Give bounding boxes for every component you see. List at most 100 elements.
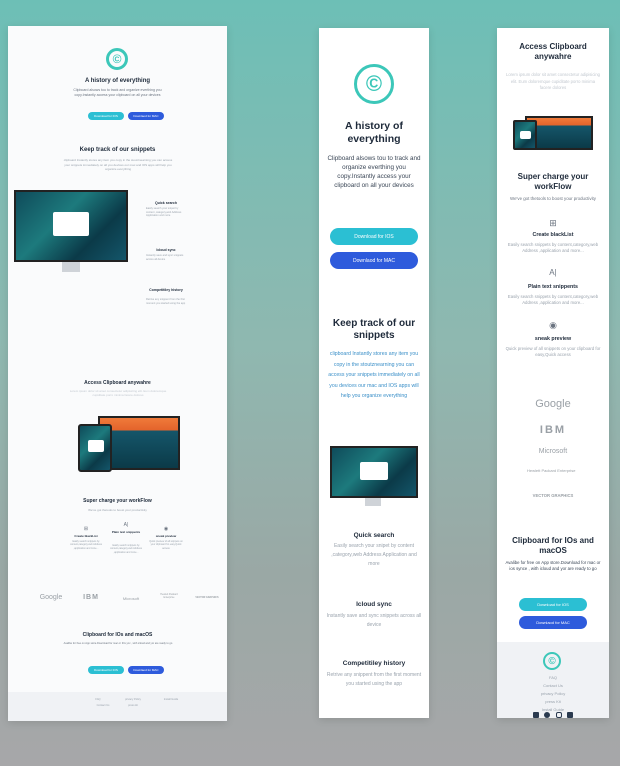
access-title: Access Clipboard anywahre [84, 380, 151, 386]
access-body: Lorem ipsum dolor sit amet consectetur a… [505, 72, 601, 90]
track-title: Keep track of our snippets [332, 318, 416, 341]
download-mac-button[interactable]: Downlaod for MAC [128, 112, 164, 120]
feature-body-3: Retrive any snippent from the first mome… [146, 298, 186, 305]
brand-microsoft: Microsoft [538, 448, 568, 455]
cta-mac-button[interactable]: Downlaod for MAC [519, 616, 587, 629]
hero-title: A history of everything [345, 120, 403, 145]
brand-vector: VECTOR GRAPHICS [532, 493, 574, 498]
mobile-preview-continued: Access Clipboard anywahre Lorem ipsum do… [497, 28, 609, 718]
brand-vector: VECTOR GRAPHICS [195, 596, 219, 599]
hero-subtitle: Clipboard alsows tou to track and organi… [327, 155, 421, 189]
track-title: Keep track of our snippets [79, 147, 156, 153]
track-body: clipboard Instantly stores any item you … [328, 351, 420, 399]
download-mac-button[interactable]: Downlaod for MAC [330, 252, 418, 269]
cta-ios-button[interactable]: Download for IOS [88, 666, 124, 674]
clipboard-logo-icon: © [106, 48, 128, 70]
feature-title-1: Quick search [155, 201, 177, 205]
super-item-body-2: Easily search snippets by content,catego… [110, 544, 142, 554]
desktop-monitor-image [330, 446, 418, 498]
instagram-icon[interactable] [555, 712, 562, 718]
brand-ibm: IBM [539, 424, 567, 436]
feature-title-3: Competitiley history [149, 288, 183, 292]
phone-tablet-image [513, 120, 537, 150]
feature-title-3: Competitiley history [342, 660, 406, 667]
super-item-body-3: Quick preview of all snippets on your cl… [149, 540, 183, 550]
text-icon: A| [123, 522, 129, 528]
brand-google: Google [535, 398, 571, 410]
footer-link-press[interactable]: press Kit [503, 699, 603, 704]
access-body: Lorem ipsum dolor sit amet consectetur a… [69, 389, 167, 397]
super-item-body-2: Easily search snippets by content,catego… [507, 294, 599, 305]
feature-body-1: Easily search your snipet by content ,ca… [146, 207, 182, 218]
social-row [533, 712, 573, 718]
footer: © FAQ Contact Us privacy Policy press Ki… [497, 642, 609, 718]
super-item-body-1: Easily search snippets by content,catego… [507, 242, 599, 253]
hero-title: A history of everything [84, 78, 151, 84]
super-title: Super charge your workFlow [83, 498, 152, 504]
super-title: Super charge your workFlow [517, 172, 589, 191]
track-body: clipboard Instantly stores any item you … [63, 158, 173, 171]
super-item-title-2: Plain text snippents [111, 530, 141, 534]
super-subtitle: We've got thetools to boost your product… [88, 508, 147, 512]
monitor-stand [365, 498, 381, 506]
super-item-title-3: sneak preview [155, 534, 177, 538]
feature-body-2: Instantly save and sync snippets across … [326, 613, 422, 628]
super-item-body-1: Easily search snippets by content,catego… [70, 540, 102, 550]
cta-title: Clipboard for IOs and macOS [82, 632, 153, 638]
twitter-icon[interactable] [544, 712, 551, 718]
super-item-title-3: sneak preview [534, 336, 572, 342]
brand-hpe: Hewlett Packard Enterprise [527, 468, 576, 473]
cta-body: Avalibe for free on App store.Download f… [505, 560, 601, 571]
feature-body-2: Instantly save and sync snippets across … [146, 254, 184, 261]
brand-hpe: Hewlett Packard Enterprise [160, 593, 178, 599]
footer-link-faq[interactable]: FAQ [88, 698, 108, 701]
cta-mac-button[interactable]: Downlaod for MAC [128, 666, 164, 674]
super-item-title-2: Plain text snippents [527, 284, 579, 290]
preview-card [53, 212, 89, 236]
cta-ios-button[interactable]: Download for IOS [519, 598, 587, 611]
super-item-title-1: Create blackList [74, 534, 98, 538]
preview-card [88, 440, 104, 452]
brand-microsoft: Microsoft [122, 596, 140, 601]
footer-link-install[interactable]: Install Guide [156, 698, 186, 701]
blacklist-icon: ⊞ [549, 218, 557, 228]
desktop-monitor-image [14, 190, 128, 262]
super-subtitle: We've got thetools to boost your product… [510, 196, 596, 201]
feature-body-3: Retrive any snippent from the first mome… [326, 672, 422, 687]
clipboard-logo-icon: © [354, 64, 394, 104]
mobile-preview: © A history of everything Clipboard also… [319, 28, 429, 718]
facebook-icon[interactable] [566, 712, 573, 718]
phone-tablet-image [78, 424, 112, 472]
eye-icon: ◉ [163, 526, 169, 532]
preview-card [520, 131, 531, 139]
brand-ibm: IBM [83, 594, 99, 601]
footer-link-contact[interactable]: Contact Us [88, 704, 118, 707]
feature-body-1: Easily search your snipet by content ,ca… [331, 543, 417, 567]
text-icon: A| [549, 268, 557, 277]
download-ios-button[interactable]: Download for IOS [88, 112, 124, 120]
hero-subtitle: Clipboard alsows tou to track and organi… [73, 88, 162, 97]
clipboard-logo-icon: © [543, 652, 561, 670]
access-title: Access Clipboard anywahre [519, 42, 587, 61]
blacklist-icon: ⊞ [83, 526, 89, 532]
footer-link-press[interactable]: press kit [118, 704, 148, 707]
feature-title-2: Icloud sync [156, 248, 176, 252]
facebook-icon[interactable] [533, 712, 539, 718]
feature-title-1: Quick search [353, 532, 395, 539]
super-item-title-1: Create blackList [532, 232, 574, 238]
footer-link-faq[interactable]: FAQ [503, 675, 603, 680]
monitor-stand [62, 262, 80, 272]
super-item-body-3: Quick preview of all snippets on your cl… [505, 346, 601, 357]
desktop-preview: © A history of everything Clipboard also… [8, 26, 227, 721]
eye-icon: ◉ [549, 320, 557, 330]
footer: FAQ privacy Policy Install Guide Contact… [8, 692, 227, 721]
footer-link-privacy[interactable]: privacy Policy [118, 698, 148, 701]
feature-title-2: Icloud sync [356, 601, 392, 608]
cta-title: Clipboard for IOs and macOS [512, 536, 594, 555]
brand-google: Google [39, 594, 63, 601]
download-ios-button[interactable]: Download for IOS [330, 228, 418, 245]
footer-link-contact[interactable]: Contact Us [503, 683, 603, 688]
preview-card [360, 462, 388, 480]
cta-body: Avalibe for free on App store.Download f… [63, 642, 173, 645]
footer-link-privacy[interactable]: privacy Policy [503, 691, 603, 696]
